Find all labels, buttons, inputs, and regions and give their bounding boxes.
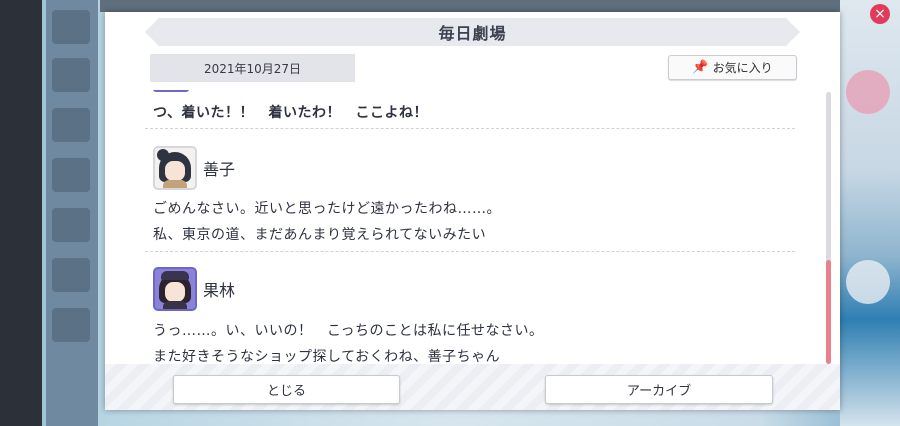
menu-icon[interactable]	[52, 10, 90, 44]
scrollbar-thumb[interactable]	[826, 260, 831, 364]
close-button[interactable]: とじる	[173, 375, 400, 404]
close-icon[interactable]: ×	[870, 4, 890, 24]
pin-icon: 📌	[692, 60, 709, 75]
dialogue-line: 私、東京の道、まだあんまり覚えられてないみたい	[153, 227, 487, 243]
speaker-name: 果林	[203, 281, 236, 300]
dialogue-line: また好きそうなショップ探しておくわね、善子ちゃん	[153, 349, 501, 365]
speaker-row: 善子	[153, 146, 235, 190]
divider	[145, 128, 795, 129]
dialog-title: 毎日劇場	[438, 24, 507, 43]
gift-icon[interactable]	[52, 158, 90, 192]
dialogue-line: うっ……。い、いいの！ こっちのことは私に任せなさい。	[153, 323, 544, 339]
avatar	[153, 146, 197, 190]
speaker-row: 果林	[153, 267, 235, 311]
favorite-button-label: お気に入り	[712, 61, 773, 75]
event-badge-icon[interactable]	[846, 70, 890, 114]
chat-icon[interactable]	[52, 58, 90, 92]
daily-theater-dialog: 毎日劇場 2021年10月27日 📌 お気に入り つ、着いた！！ 着いたわ！ こ…	[105, 12, 840, 410]
favorite-button[interactable]: 📌 お気に入り	[668, 55, 797, 80]
avatar	[153, 90, 189, 92]
archive-button[interactable]: アーカイブ	[545, 375, 773, 404]
date-label: 2021年10月27日	[150, 54, 355, 82]
avatar	[153, 267, 197, 311]
card-icon[interactable]	[52, 208, 90, 242]
transcript-scroll-area[interactable]: つ、着いた！！ 着いたわ！ ここよね！ 善子 ごめんなさい。近いと思ったけど遠か…	[145, 90, 815, 372]
fullscreen-icon[interactable]	[52, 308, 90, 342]
top-header-background	[100, 0, 840, 12]
close-button-label: とじる	[266, 384, 306, 399]
dialogue-line: つ、着いた！！ 着いたわ！ ここよね！	[153, 105, 428, 121]
shop-badge-icon[interactable]	[846, 260, 890, 304]
dialog-title-bar: 毎日劇場	[145, 18, 800, 46]
divider	[145, 251, 795, 252]
members-icon[interactable]	[52, 108, 90, 142]
trophy-icon[interactable]	[52, 258, 90, 292]
archive-button-label: アーカイブ	[626, 384, 692, 399]
right-side-background	[840, 0, 900, 426]
dialogue-line: ごめんなさい。近いと思ったけど遠かったわね……。	[153, 201, 501, 217]
date-text: 2021年10月27日	[203, 61, 302, 76]
speaker-name: 善子	[203, 160, 236, 179]
